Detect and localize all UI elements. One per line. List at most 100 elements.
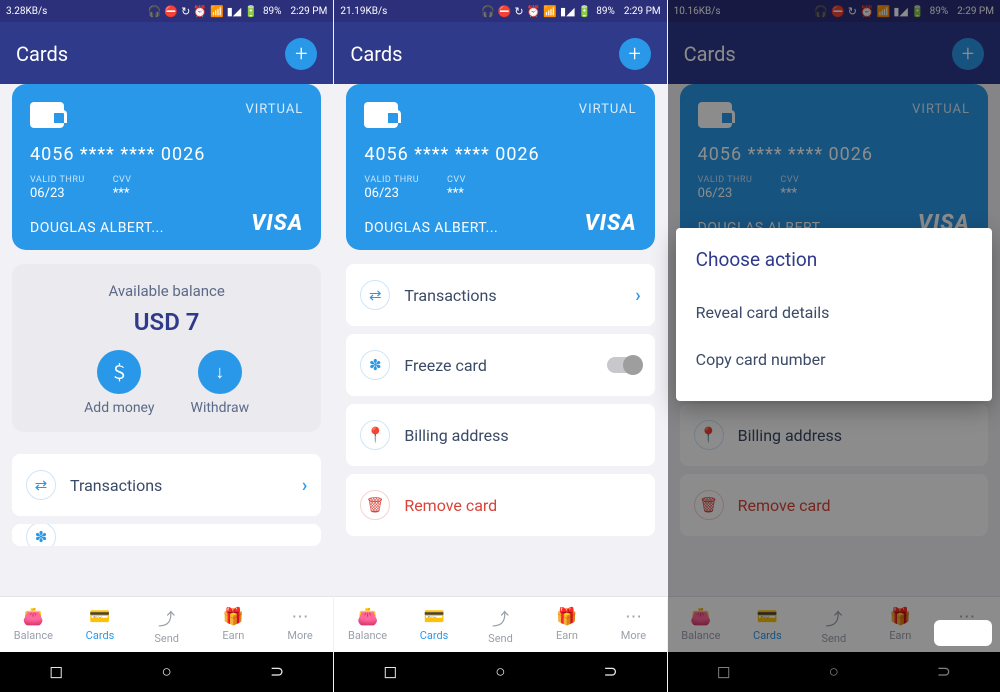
card-provider-logo	[364, 102, 398, 128]
trash-icon: 🗑	[360, 490, 390, 520]
balance-label: Available balance	[22, 282, 311, 300]
sync-icon: ↻	[514, 5, 523, 18]
action-sheet: Choose action Reveal card details Copy c…	[676, 228, 992, 401]
status-bar: 3.28KB/s 🎧 ⛔ ↻ ⏰ 📶 ▮◢ 🔋 89% 2:29 PM	[0, 0, 333, 22]
more-icon: ⋯	[292, 607, 309, 627]
status-battery: 89%	[263, 6, 282, 17]
back-button[interactable]: ⊃	[603, 662, 617, 682]
freeze-icon: ✽	[26, 524, 56, 546]
status-time: 2:29 PM	[624, 6, 661, 17]
card-number: 4056 **** **** 0026	[30, 144, 303, 165]
home-button[interactable]: ○	[495, 662, 505, 682]
battery-icon: 🔋	[578, 5, 592, 18]
recent-apps-button[interactable]: ◻	[383, 662, 397, 682]
remove-row[interactable]: 🗑 Remove card	[346, 474, 654, 536]
status-time: 2:29 PM	[291, 6, 328, 17]
cards-icon: 💳	[89, 607, 110, 627]
add-card-button[interactable]: +	[619, 38, 651, 70]
tab-balance[interactable]: 👛Balance	[0, 597, 67, 652]
card-number: 4056 **** **** 0026	[364, 144, 636, 165]
virtual-card[interactable]: VIRTUAL 4056 **** **** 0026 VALID THRU06…	[12, 84, 321, 250]
billing-label: Billing address	[404, 426, 640, 445]
back-button[interactable]: ⊃	[270, 662, 284, 682]
virtual-card[interactable]: VIRTUAL 4056 **** **** 0026 VALID THRU06…	[346, 84, 654, 250]
valid-thru-value: 06/23	[364, 186, 419, 201]
visa-logo: VISA	[251, 211, 303, 236]
reveal-details-option[interactable]: Reveal card details	[696, 289, 972, 336]
tab-cards[interactable]: 💳Cards	[401, 597, 467, 652]
valid-thru-label: VALID THRU	[364, 175, 419, 185]
tab-cards[interactable]: 💳Cards	[67, 597, 134, 652]
add-money-label: Add money	[84, 400, 154, 416]
pin-icon: 📍	[360, 420, 390, 450]
withdraw-icon: ↓	[198, 350, 242, 394]
more-icon: ⋯	[625, 607, 642, 627]
cvv-value: ***	[113, 186, 132, 201]
headphone-icon: 🎧	[481, 5, 495, 18]
add-money-button[interactable]: ＄ Add money	[84, 350, 154, 416]
freeze-row[interactable]: ✽ Freeze card	[346, 334, 654, 396]
status-netspeed: 21.19KB/s	[340, 6, 387, 17]
status-battery: 89%	[596, 6, 615, 17]
cvv-label: CVV	[113, 175, 132, 185]
transactions-icon: ⇄	[26, 470, 56, 500]
balance-panel: Available balance USD 7 ＄ Add money ↓ Wi…	[12, 264, 321, 432]
status-netspeed: 3.28KB/s	[6, 6, 47, 17]
tab-send[interactable]: ⤴Send	[133, 597, 200, 652]
alarm-icon: ⏰	[193, 5, 207, 18]
freeze-icon: ✽	[360, 350, 390, 380]
billing-row[interactable]: 📍 Billing address	[346, 404, 654, 466]
android-nav: ◻ ○ ⊃	[0, 652, 333, 692]
transactions-row[interactable]: ⇄ Transactions ›	[346, 264, 654, 326]
withdraw-button[interactable]: ↓ Withdraw	[191, 350, 250, 416]
home-button[interactable]: ○	[161, 662, 171, 682]
tab-earn[interactable]: 🎁Earn	[200, 597, 267, 652]
status-icons: 🎧 ⛔ ↻ ⏰ 📶 ▮◢ 🔋	[52, 5, 258, 18]
network-icon: 📶	[543, 5, 557, 18]
card-type-badge: VIRTUAL	[579, 102, 637, 117]
sync-icon: ↻	[181, 5, 190, 18]
freeze-toggle[interactable]	[607, 357, 641, 373]
add-card-button[interactable]: +	[285, 38, 317, 70]
tab-balance[interactable]: 👛Balance	[334, 597, 400, 652]
transactions-label: Transactions	[404, 286, 621, 305]
tab-send[interactable]: ⤴Send	[467, 597, 533, 652]
status-icons: 🎧 ⛔ ↻ ⏰ 📶 ▮◢ 🔋	[392, 5, 591, 18]
chevron-right-icon: ›	[302, 475, 307, 496]
transactions-icon: ⇄	[360, 280, 390, 310]
page-title: Cards	[350, 42, 402, 66]
remove-label: Remove card	[404, 496, 640, 515]
phone-screen-2: 21.19KB/s 🎧 ⛔ ↻ ⏰ 📶 ▮◢ 🔋 89% 2:29 PM Car…	[333, 0, 666, 692]
battery-icon: 🔋	[244, 5, 258, 18]
tab-more[interactable]: ⋯More	[267, 597, 334, 652]
freeze-row-cutoff[interactable]: ✽	[12, 524, 321, 546]
overlay-cover	[934, 620, 992, 646]
tab-more[interactable]: ⋯More	[600, 597, 666, 652]
withdraw-label: Withdraw	[191, 400, 250, 416]
earn-icon: 🎁	[223, 607, 244, 627]
app-header: Cards +	[0, 22, 333, 84]
signal-icon: ▮◢	[560, 5, 575, 18]
phone-screen-3: 10.16KB/s 🎧 ⛔ ↻ ⏰ 📶 ▮◢ 🔋 89% 2:29 PM Car…	[667, 0, 1000, 692]
alarm-icon: ⏰	[527, 5, 541, 18]
cvv-value: ***	[447, 186, 466, 201]
bottom-nav: 👛Balance 💳Cards ⤴Send 🎁Earn ⋯More	[0, 596, 333, 652]
sheet-title: Choose action	[696, 248, 972, 271]
copy-number-option[interactable]: Copy card number	[696, 336, 972, 383]
recent-apps-button[interactable]: ◻	[49, 662, 63, 682]
signal-icon: ▮◢	[227, 5, 242, 18]
dnd-icon: ⛔	[164, 5, 178, 18]
card-holder: DOUGLAS ALBERT...	[30, 220, 164, 236]
card-type-badge: VIRTUAL	[245, 102, 303, 117]
wallet-icon: 👛	[357, 607, 378, 627]
valid-thru-value: 06/23	[30, 186, 85, 201]
page-title: Cards	[16, 42, 68, 66]
tab-earn[interactable]: 🎁Earn	[534, 597, 600, 652]
cards-icon: 💳	[423, 607, 444, 627]
dnd-icon: ⛔	[498, 5, 512, 18]
chevron-right-icon: ›	[635, 285, 640, 306]
transactions-row[interactable]: ⇄ Transactions ›	[12, 454, 321, 516]
network-icon: 📶	[210, 5, 224, 18]
send-icon: ⤴	[492, 605, 509, 630]
send-icon: ⤴	[158, 605, 175, 630]
